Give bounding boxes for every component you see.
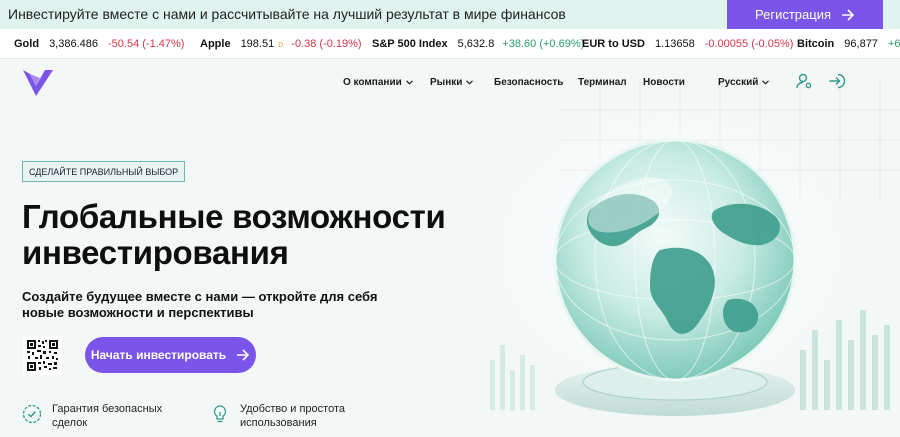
ticker-name: Bitcoin <box>797 38 835 50</box>
ticker-change: +38.60 (+0.69%) <box>502 38 585 50</box>
ticker-price: 1.13658 <box>654 38 695 50</box>
nav-about-label: О компании <box>343 77 402 88</box>
hero-title: Глобальные возможности инвестирования <box>22 199 482 271</box>
ticker-item-apple[interactable]: Apple 198.51 D -0.38 (-0.19%) <box>200 38 362 50</box>
hero-subtitle: Создайте будущее вместе с нами — откройт… <box>22 289 378 320</box>
hero-tag: СДЕЛАЙТЕ ПРАВИЛЬНЫЙ ВЫБОР <box>22 161 186 182</box>
arrow-right-icon <box>842 8 855 21</box>
hero-title-line1: Глобальные возможности <box>22 198 446 235</box>
register-label: Регистрация <box>755 7 831 22</box>
top-banner: Инвестируйте вместе с нами и рассчитывай… <box>0 0 900 29</box>
qr-code <box>23 336 62 375</box>
nav-terminal[interactable]: Терминал <box>578 77 627 88</box>
ticker-change: -0.38 (-0.19%) <box>291 38 362 50</box>
start-investing-button[interactable]: Начать инвестировать <box>85 337 256 373</box>
ticker-price: 96,877 <box>844 38 878 50</box>
chevron-down-icon <box>466 80 474 85</box>
ticker-item-sp500[interactable]: S&P 500 Index 5,632.8 +38.60 (+0.69%) <box>372 38 584 50</box>
feature-secure-deals: Гарантия безопасных сделок <box>22 402 182 430</box>
language-selector[interactable]: Русский <box>718 77 770 88</box>
chevron-down-icon <box>762 80 770 85</box>
nav-about[interactable]: О компании <box>343 77 413 88</box>
nav-terminal-label: Терминал <box>578 77 627 88</box>
chevron-down-icon <box>405 80 413 85</box>
login-icon[interactable] <box>828 72 846 90</box>
nav-security[interactable]: Безопасность <box>494 77 563 88</box>
banner-message: Инвестируйте вместе с нами и рассчитывай… <box>8 6 566 22</box>
ticker-item-bitcoin[interactable]: Bitcoin 96,877 +63 <box>797 38 900 50</box>
feature-text: Удобство и простота использования <box>240 403 345 429</box>
nav-news-label: Новости <box>643 77 685 88</box>
nav-markets[interactable]: Рынки <box>430 77 474 88</box>
ticker-name: Apple <box>200 38 231 50</box>
user-account-icon[interactable] <box>795 72 813 90</box>
ticker-name: EUR to USD <box>582 38 645 50</box>
ticker-item-eurusd[interactable]: EUR to USD 1.13658 -0.00055 (-0.05%) <box>582 38 793 50</box>
feature-text: Гарантия безопасных сделок <box>52 403 163 429</box>
nav-news[interactable]: Новости <box>643 77 685 88</box>
feature-ease-of-use: Удобство и простота использования <box>210 402 370 430</box>
shield-check-icon <box>22 404 42 424</box>
ticker-name: S&P 500 Index <box>372 38 448 50</box>
arrow-right-icon <box>237 349 250 361</box>
ticker-change: +63 <box>887 38 900 50</box>
globe-illustration <box>470 100 890 416</box>
hero-title-line2: инвестирования <box>22 234 289 271</box>
cta-label: Начать инвестировать <box>90 348 227 362</box>
ticker-change: -50.54 (-1.47%) <box>108 38 185 50</box>
language-label: Русский <box>718 77 759 88</box>
nav-security-label: Безопасность <box>494 77 564 88</box>
ticker-marker: D <box>278 42 284 49</box>
ticker-price: 5,632.8 <box>457 38 495 50</box>
nav-markets-label: Рынки <box>430 77 463 88</box>
ticker-change: -0.00055 (-0.05%) <box>704 38 794 50</box>
price-ticker: Gold 3,386.486 -50.54 (-1.47%) Apple 198… <box>0 29 900 59</box>
ticker-price: 3,386.486 <box>49 38 98 50</box>
brand-logo[interactable] <box>22 68 54 98</box>
register-button[interactable]: Регистрация <box>727 0 883 29</box>
ticker-item-gold[interactable]: Gold 3,386.486 -50.54 (-1.47%) <box>14 38 184 50</box>
lightbulb-icon <box>213 405 227 423</box>
ticker-price: 198.51 <box>240 38 275 50</box>
ticker-name: Gold <box>14 38 40 50</box>
